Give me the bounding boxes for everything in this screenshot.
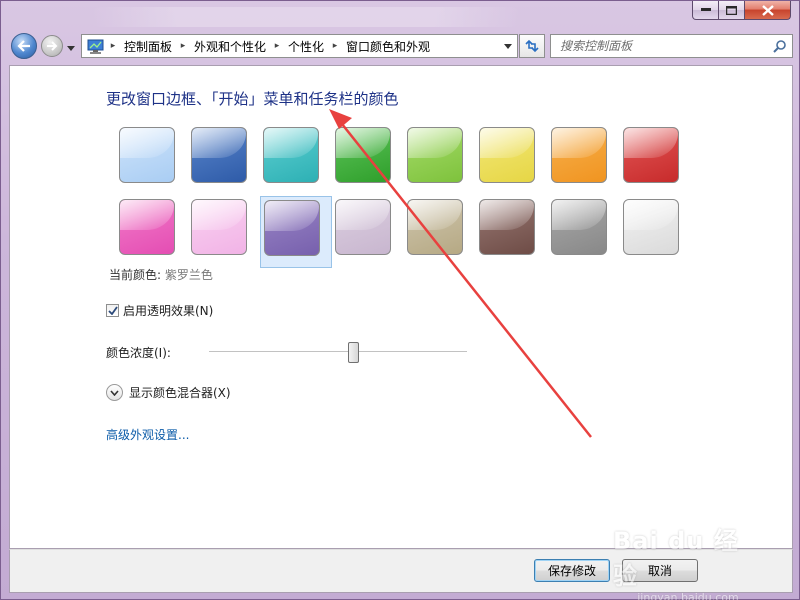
arrow-right-icon	[47, 41, 58, 51]
current-color-value: 紫罗兰色	[164, 268, 213, 282]
save-changes-button[interactable]: 保存修改	[534, 559, 610, 582]
color-swatch-cell[interactable]	[404, 124, 476, 196]
color-swatch[interactable]	[264, 200, 320, 256]
color-intensity-label: 颜色浓度(I):	[106, 346, 171, 360]
breadcrumb-window-color[interactable]: 窗口颜色和外观	[342, 38, 434, 55]
color-swatch-cell[interactable]	[116, 124, 188, 196]
advanced-appearance-settings-link[interactable]: 高级外观设置...	[106, 426, 189, 443]
search-box[interactable]	[550, 34, 793, 58]
color-swatch[interactable]	[119, 127, 175, 183]
color-swatch[interactable]	[191, 127, 247, 183]
transparency-label[interactable]: 启用透明效果(N)	[123, 302, 213, 319]
color-swatch-cell[interactable]	[548, 196, 620, 268]
title-bar[interactable]	[1, 1, 799, 31]
expand-chevron-icon[interactable]	[106, 384, 123, 401]
maximize-icon	[726, 5, 737, 15]
maximize-button[interactable]	[719, 1, 745, 20]
minimize-icon	[700, 8, 711, 11]
content-pane: 更改窗口边框、「开始」菜单和任务栏的颜色 当前颜色: 紫罗兰色 启用透明效果(N…	[9, 65, 793, 549]
breadcrumb-separator[interactable]: ▸	[176, 41, 190, 51]
baidu-watermark: Bai du 经验 jingyan.baidu.com	[613, 521, 763, 600]
address-bar[interactable]: ▸ 控制面板 ▸ 外观和个性化 ▸ 个性化 ▸ 窗口颜色和外观	[81, 34, 518, 58]
color-swatch[interactable]	[407, 127, 463, 183]
current-color-text: 当前颜色: 紫罗兰色	[109, 266, 213, 283]
swatch-row	[116, 124, 696, 186]
watermark-subtext: jingyan.baidu.com	[637, 591, 739, 600]
address-dropdown-button[interactable]	[499, 35, 517, 57]
color-swatch[interactable]	[335, 127, 391, 183]
forward-button[interactable]	[41, 35, 63, 57]
page-title: 更改窗口边框、「开始」菜单和任务栏的颜色	[106, 90, 399, 108]
color-intensity-slider[interactable]	[209, 351, 467, 353]
color-swatch[interactable]	[551, 199, 607, 255]
color-swatch-cell[interactable]	[332, 124, 404, 196]
refresh-button[interactable]	[519, 34, 545, 58]
color-swatch[interactable]	[479, 199, 535, 255]
chevron-down-icon	[504, 43, 512, 49]
breadcrumb-appearance[interactable]: 外观和个性化	[190, 38, 270, 55]
color-swatch[interactable]	[623, 199, 679, 255]
color-swatch-cell[interactable]	[476, 196, 548, 268]
minimize-button[interactable]	[692, 1, 719, 20]
color-swatch-cell[interactable]	[260, 124, 332, 196]
color-swatch-cell[interactable]	[116, 196, 188, 268]
color-swatch-cell[interactable]	[188, 196, 260, 268]
color-swatch[interactable]	[335, 199, 391, 255]
color-swatch-cell[interactable]	[404, 196, 476, 268]
color-swatch-cell[interactable]	[620, 196, 692, 268]
back-button[interactable]	[11, 33, 37, 59]
close-icon	[761, 4, 774, 16]
swatch-row	[116, 196, 696, 268]
color-swatch-cell[interactable]	[476, 124, 548, 196]
breadcrumb-separator[interactable]: ▸	[328, 41, 342, 51]
arrow-left-icon	[17, 40, 30, 52]
color-intensity-row: 颜色浓度(I):	[106, 342, 476, 364]
color-swatch[interactable]	[191, 199, 247, 255]
recent-pages-dropdown[interactable]	[65, 42, 77, 54]
title-bar-blur	[91, 7, 521, 27]
navigation-bar: ▸ 控制面板 ▸ 外观和个性化 ▸ 个性化 ▸ 窗口颜色和外观	[1, 31, 799, 65]
color-swatch[interactable]	[263, 127, 319, 183]
color-swatch[interactable]	[479, 127, 535, 183]
color-swatch-grid	[116, 124, 696, 268]
search-input[interactable]	[551, 35, 766, 57]
transparency-checkbox[interactable]	[106, 304, 119, 317]
current-color-label: 当前颜色:	[109, 268, 162, 282]
transparency-option[interactable]: 启用透明效果(N)	[106, 302, 213, 319]
color-swatch[interactable]	[551, 127, 607, 183]
chevron-down-icon	[67, 45, 75, 51]
color-intensity-slider-thumb[interactable]	[347, 342, 359, 363]
window-frame: ▸ 控制面板 ▸ 外观和个性化 ▸ 个性化 ▸ 窗口颜色和外观 更改窗口边框、「…	[0, 0, 800, 600]
checkmark-icon	[107, 306, 118, 315]
breadcrumb-control-panel[interactable]: 控制面板	[120, 38, 176, 55]
color-swatch-cell[interactable]	[620, 124, 692, 196]
color-swatch[interactable]	[623, 127, 679, 183]
breadcrumb-separator[interactable]: ▸	[106, 41, 120, 51]
show-color-mixer-label[interactable]: 显示颜色混合器(X)	[129, 384, 231, 401]
color-swatch[interactable]	[119, 199, 175, 255]
color-swatch-cell[interactable]	[188, 124, 260, 196]
watermark-text: Bai du 经验	[613, 527, 739, 590]
caption-buttons	[692, 1, 791, 21]
control-panel-icon	[84, 35, 106, 57]
color-swatch[interactable]	[407, 199, 463, 255]
color-swatch-cell[interactable]	[548, 124, 620, 196]
color-swatch-cell[interactable]	[332, 196, 404, 268]
show-color-mixer-toggle[interactable]: 显示颜色混合器(X)	[106, 384, 231, 401]
color-swatch-cell[interactable]	[260, 196, 332, 268]
close-button[interactable]	[745, 1, 791, 20]
breadcrumb-separator[interactable]: ▸	[270, 41, 284, 51]
refresh-icon	[525, 39, 539, 53]
search-icon[interactable]	[773, 39, 787, 53]
breadcrumb-personalization[interactable]: 个性化	[284, 38, 328, 55]
